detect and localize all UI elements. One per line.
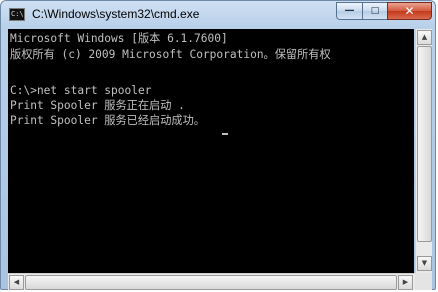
window-title: C:\Windows\system32\cmd.exe <box>32 7 200 21</box>
close-button[interactable]: ✕ <box>387 2 432 20</box>
text-cursor <box>222 133 228 135</box>
maximize-button[interactable]: □ <box>362 2 388 20</box>
scroll-left-button[interactable]: ◀ <box>9 275 24 290</box>
horizontal-scrollbar[interactable]: ◀ ▶ <box>8 273 415 290</box>
scroll-right-button[interactable]: ▶ <box>398 275 413 290</box>
console-output[interactable]: Microsoft Windows [版本 6.1.7600] 版权所有 (c)… <box>8 29 414 273</box>
vertical-scrollbar[interactable]: ▲ ▼ <box>415 29 432 273</box>
console-line: 版权所有 (c) 2009 Microsoft Corporation。保留所有… <box>10 48 331 61</box>
resize-grip[interactable] <box>415 273 432 290</box>
title-bar[interactable]: C:\ C:\Windows\system32\cmd.exe — □ ✕ <box>1 1 435 29</box>
console-line: C:\>net start spooler <box>10 84 152 97</box>
scroll-down-button[interactable]: ▼ <box>417 256 432 271</box>
console-line: Print Spooler 服务已经启动成功。 <box>10 114 205 127</box>
vertical-scroll-thumb[interactable] <box>417 46 432 242</box>
horizontal-scroll-thumb[interactable] <box>25 275 397 290</box>
cmd-window: C:\ C:\Windows\system32\cmd.exe — □ ✕ Mi… <box>0 0 436 290</box>
cmd-icon[interactable]: C:\ <box>9 8 25 21</box>
minimize-button[interactable]: — <box>336 2 363 20</box>
console-line: Microsoft Windows [版本 6.1.7600] <box>10 32 228 45</box>
scroll-up-button[interactable]: ▲ <box>417 30 432 45</box>
console-line: Print Spooler 服务正在启动 . <box>10 99 185 112</box>
